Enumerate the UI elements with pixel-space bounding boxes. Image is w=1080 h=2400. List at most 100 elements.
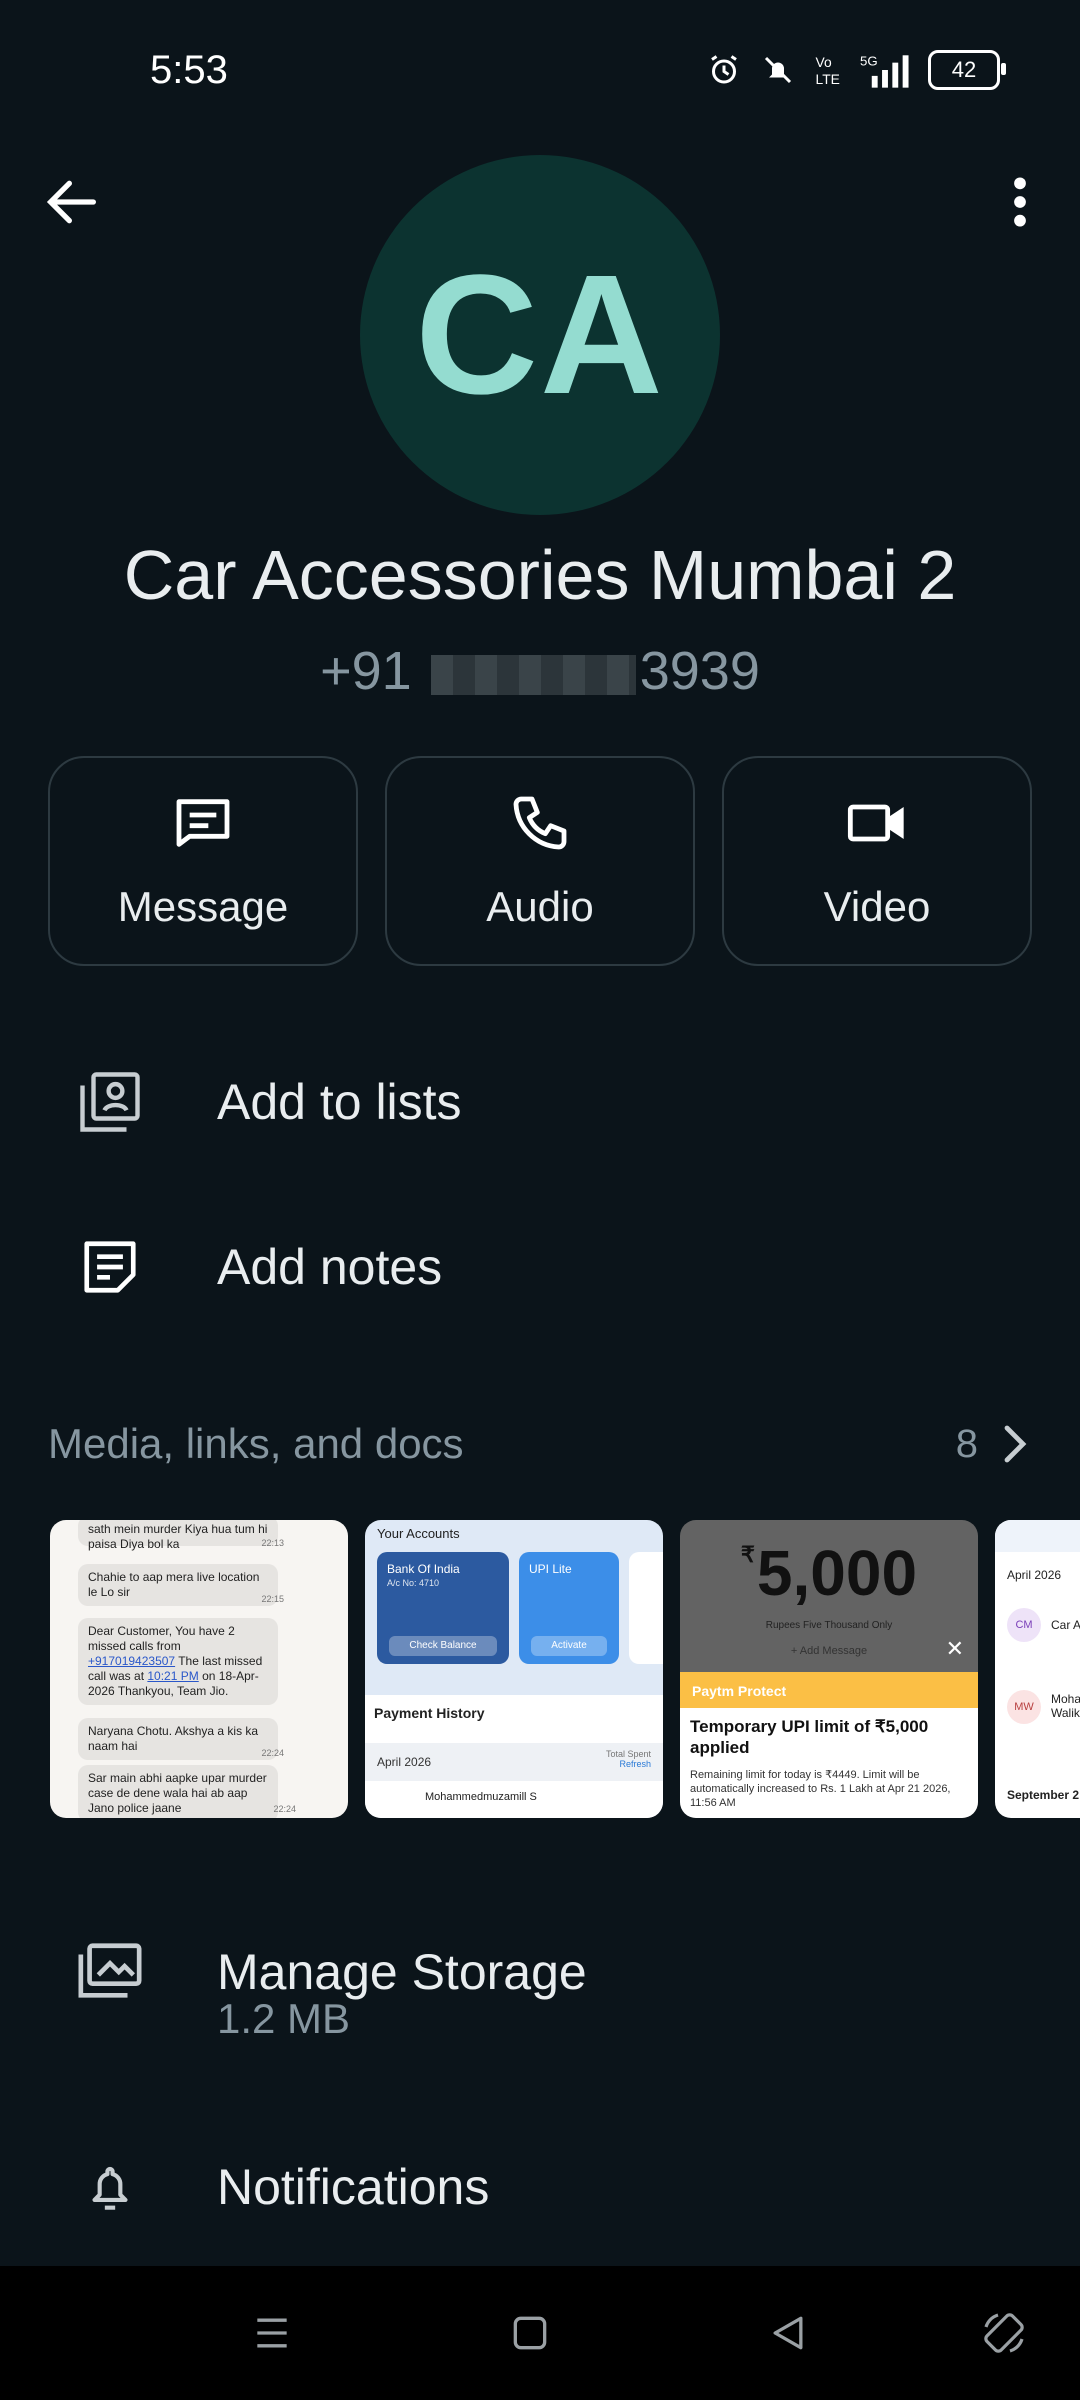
video-call-button[interactable]: Video: [722, 756, 1032, 966]
battery-level: 42: [951, 57, 977, 82]
add-to-lists-label: Add to lists: [217, 1074, 462, 1130]
chat-time: 22:13: [261, 1538, 284, 1548]
phone-suffix: 3939: [639, 641, 760, 701]
chat-bubble: Sar main abhi aapke upar murder case de …: [78, 1765, 278, 1818]
paytm-limit-panel: Temporary UPI limit of ₹5,000 applied Re…: [680, 1708, 978, 1818]
jio-text-a: Dear Customer, You have 2 missed calls f…: [88, 1624, 235, 1653]
total-spent: Total Spent Refresh: [606, 1749, 651, 1769]
avatar: MW: [1007, 1690, 1041, 1724]
history-name: Car A: [1051, 1618, 1080, 1632]
month-label: April 2026: [377, 1755, 432, 1769]
history-name: Moha Walik: [1051, 1692, 1080, 1720]
rotate-button[interactable]: [972, 2301, 1036, 2365]
system-nav-bar: [0, 2266, 1080, 2400]
message-icon: [176, 799, 230, 847]
upi-lite-card: UPI Lite Activate: [519, 1552, 619, 1664]
upi-lite-title: UPI Lite: [529, 1562, 572, 1576]
svg-text:5G: 5G: [860, 54, 878, 69]
chat-bubble: Naryana Chotu. Akshya a kis ka naam hai: [78, 1718, 278, 1760]
chat-time: 22:15: [261, 1594, 284, 1604]
paytm-protect-label: Paytm Protect: [692, 1683, 787, 1699]
notes-icon: [84, 1241, 136, 1293]
icon-wrap: [55, 1236, 165, 1298]
alarm-icon: [711, 55, 737, 84]
volte-icon: VoLTE: [816, 54, 840, 87]
manage-storage-row[interactable]: Manage Storage: [0, 1930, 1080, 2014]
chat-time: 22:24: [261, 1748, 284, 1758]
media-thumb-history[interactable]: April 2026 CM Car A MW Moha Walik Septem…: [995, 1520, 1080, 1818]
media-thumb-accounts[interactable]: Your Accounts Bank Of India A/c No: 4710…: [365, 1520, 663, 1818]
media-title: Media, links, and docs: [48, 1420, 464, 1467]
manage-storage-label: Manage Storage: [217, 1944, 587, 2000]
svg-text:LTE: LTE: [816, 71, 840, 87]
message-button[interactable]: Message: [48, 756, 358, 966]
status-bar: 5:53 Vo LTE 5G 42: [0, 0, 1080, 140]
bank-card: Bank Of India A/c No: 4710 Check Balance: [377, 1552, 509, 1664]
contact-name: Car Accessories Mumbai 2: [123, 536, 957, 614]
status-time: 5:53: [150, 48, 228, 92]
media-thumbnails: sath mein murder Kiya hua tum hi paisa D…: [50, 1520, 1080, 1820]
payment-history-title: Payment History: [374, 1705, 485, 1721]
paytm-protect-banner: Paytm Protect: [680, 1672, 978, 1712]
amount-value: 5,000: [756, 1537, 918, 1609]
recent-apps-button[interactable]: [240, 2301, 304, 2365]
contact-list-icon: [80, 1072, 140, 1132]
limit-subtitle: Remaining limit for today is ₹4449. Limi…: [690, 1769, 951, 1809]
history-month: April 2026: [1007, 1568, 1062, 1582]
history-top-bar: [995, 1520, 1080, 1552]
more-vert-icon: [1014, 177, 1026, 227]
activate-button: Activate: [531, 1636, 607, 1656]
avatar-initials: CA: [415, 240, 665, 430]
icon-wrap: [55, 2154, 165, 2220]
audio-call-button[interactable]: Audio: [385, 756, 695, 966]
jio-time-link[interactable]: 10:21 PM: [147, 1669, 198, 1683]
home-square-icon: [513, 2316, 547, 2350]
message-label: Message: [117, 883, 289, 930]
home-button[interactable]: [498, 2301, 562, 2365]
media-thumb-paytm[interactable]: ₹5,000 Rupees Five Thousand Only + Add M…: [680, 1520, 978, 1818]
notifications-row[interactable]: Notifications: [0, 2145, 1080, 2229]
month-band: April 2026 Total Spent Refresh: [365, 1743, 663, 1781]
back-nav-button[interactable]: [756, 2301, 820, 2365]
video-icon: [847, 804, 904, 842]
rupee-symbol: ₹: [740, 1542, 755, 1567]
add-notes-label: Add notes: [217, 1239, 443, 1295]
storage-icon: [78, 1943, 142, 1998]
notifications-label: Notifications: [217, 2159, 490, 2215]
action-buttons: Message Audio Video: [48, 756, 1032, 966]
refresh-label: Refresh: [619, 1759, 651, 1769]
svg-text:Vo: Vo: [816, 54, 832, 70]
contact-phone: +91 3939: [0, 640, 1080, 702]
amount-words: Rupees Five Thousand Only: [765, 1620, 893, 1631]
paytm-amount: ₹5,000: [680, 1536, 978, 1610]
phone-icon: [513, 796, 567, 850]
icon-wrap: [55, 1939, 165, 2005]
bank-name: Bank Of India: [387, 1562, 460, 1576]
media-thumb-chat[interactable]: sath mein murder Kiya hua tum hi paisa D…: [50, 1520, 348, 1818]
total-label: Total Spent: [605, 1749, 651, 1759]
bell-icon: [92, 2166, 128, 2210]
chat-time: 22:24: [273, 1804, 296, 1814]
payee-name: Mohammedmuzamill S: [425, 1791, 537, 1803]
video-label: Video: [823, 883, 931, 930]
history-month: September 2: [1007, 1788, 1080, 1802]
media-count: 8: [956, 1422, 1032, 1467]
add-message: + Add Message: [790, 1645, 868, 1657]
payment-history-panel: Payment History April 2026 Total Spent Re…: [365, 1695, 663, 1818]
limit-title: Temporary UPI limit of ₹5,000 applied: [690, 1717, 929, 1757]
contact-avatar[interactable]: CA: [360, 155, 720, 515]
rotate-screen-icon: [984, 2313, 1024, 2353]
jio-phone-link[interactable]: +917019423507: [88, 1654, 175, 1668]
mute-bell-icon: [764, 56, 792, 84]
avatar: CM: [1007, 1608, 1041, 1642]
back-button[interactable]: [40, 170, 104, 234]
add-notes-row[interactable]: Add notes: [0, 1225, 1080, 1309]
chat-bubble-jio: Dear Customer, You have 2 missed calls f…: [78, 1618, 278, 1705]
add-to-lists-row[interactable]: Add to lists: [0, 1060, 1080, 1144]
back-arrow-icon: [46, 180, 96, 224]
phone-redacted: [430, 654, 636, 695]
menu-icon: [257, 2318, 287, 2348]
more-options-button[interactable]: [1000, 170, 1040, 234]
media-section-header[interactable]: Media, links, and docs 8: [48, 1420, 1032, 1468]
bank-acno: A/c No: 4710: [387, 1578, 440, 1588]
